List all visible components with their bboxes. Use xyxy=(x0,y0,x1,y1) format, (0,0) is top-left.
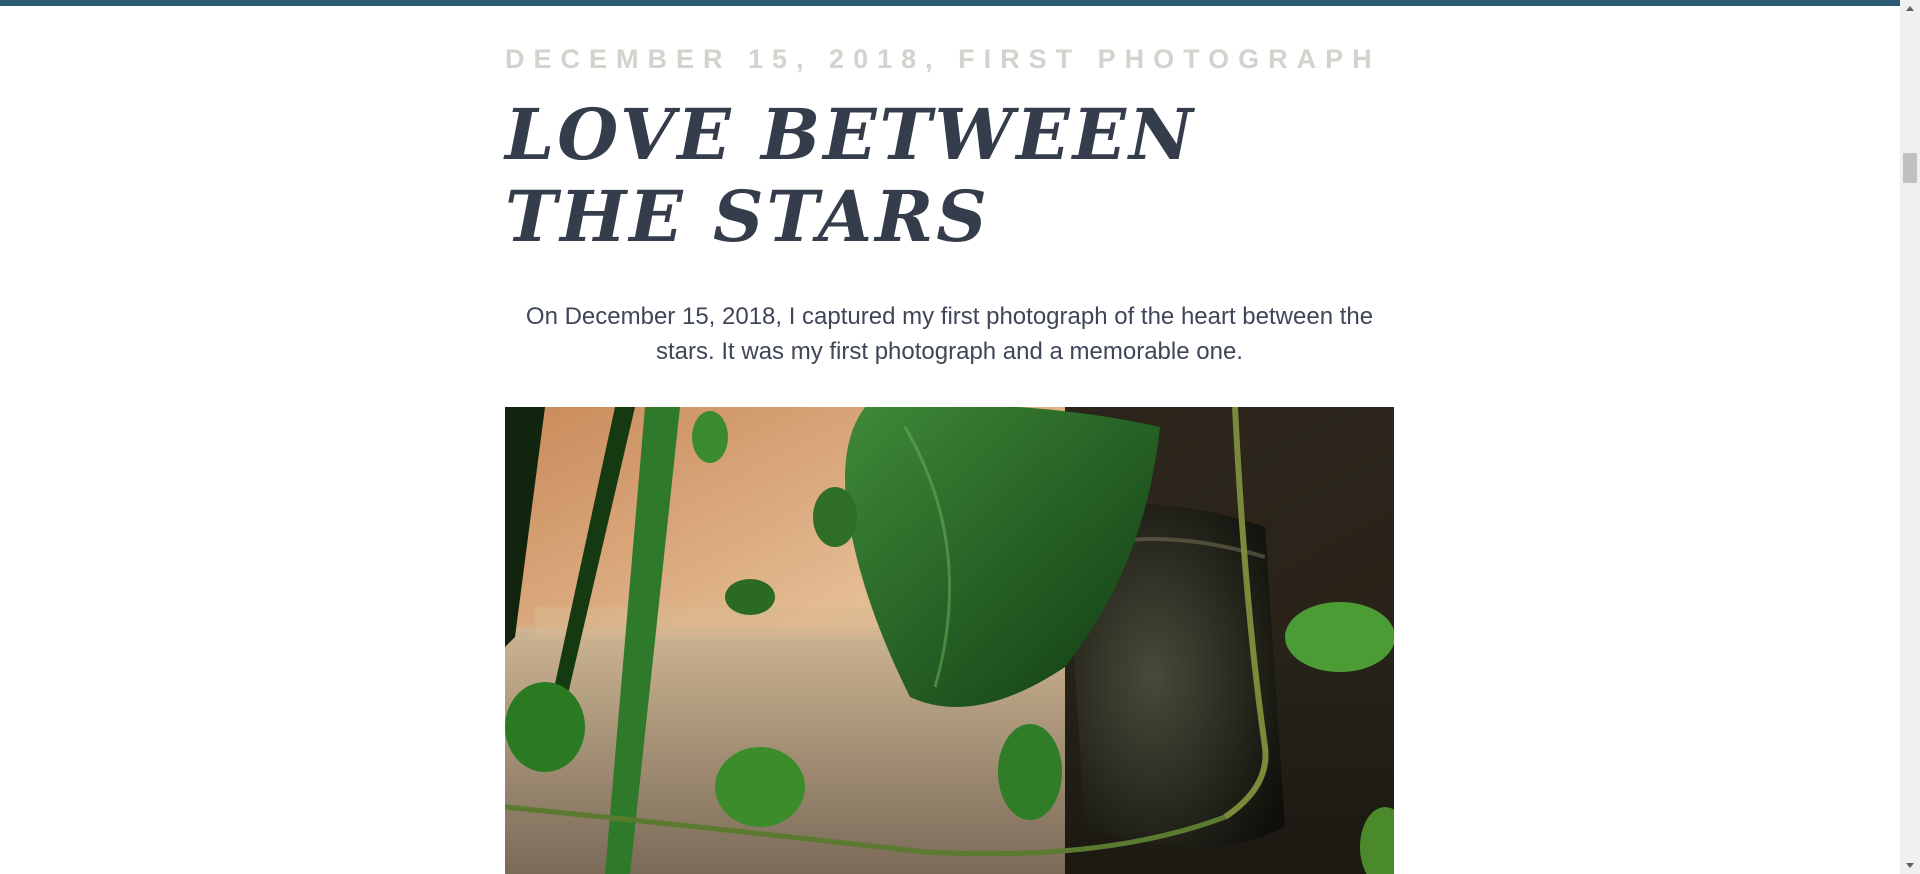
scroll-down-icon[interactable] xyxy=(1900,857,1920,874)
post-intro: On December 15, 2018, I captured my firs… xyxy=(525,303,1374,365)
post-title: Love Between The Stars xyxy=(505,93,1196,258)
post-meta: December 15, 2018, First Photograph xyxy=(505,44,1381,74)
top-accent-bar xyxy=(0,0,1900,6)
scroll-up-icon[interactable] xyxy=(1900,0,1920,17)
scrollbar-thumb[interactable] xyxy=(1903,153,1917,183)
vertical-scrollbar[interactable] xyxy=(1900,0,1920,874)
post-photo xyxy=(505,407,1394,874)
plant-photo-image xyxy=(505,407,1394,874)
